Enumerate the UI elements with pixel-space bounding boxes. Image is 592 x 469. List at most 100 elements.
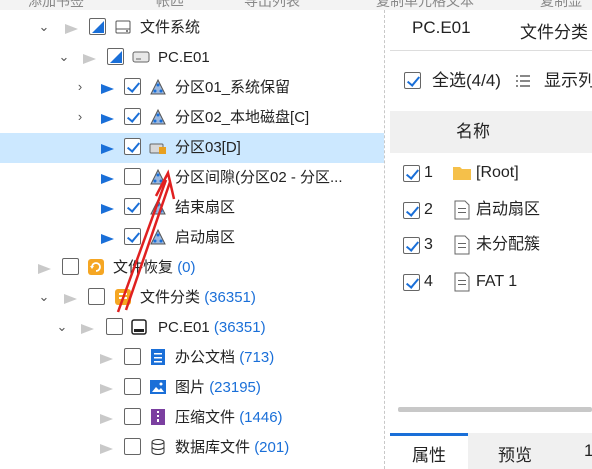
folder-icon [453, 167, 471, 180]
flag-icon[interactable] [100, 354, 113, 364]
row-index: 4 [424, 273, 433, 290]
toolbar-item[interactable]: 帐匹 [156, 0, 184, 10]
node-checkbox[interactable] [124, 198, 141, 215]
flag-icon[interactable] [64, 294, 77, 304]
tab-preview[interactable]: 预览 [498, 441, 532, 466]
tree-node-sector[interactable]: 结束扇区 [0, 193, 384, 223]
tree-node-partition[interactable]: 分区间隙(分区02 - 分区... [0, 163, 384, 193]
tree-node-category[interactable]: 数据库文件 (201) [0, 433, 384, 463]
horizontal-scrollbar[interactable] [398, 407, 592, 412]
node-label: 分区01_系统保留 [175, 79, 291, 96]
flag-icon[interactable] [101, 234, 114, 244]
node-checkbox[interactable] [88, 288, 105, 305]
display-columns-button[interactable]: 显示列 [544, 71, 592, 91]
flag-icon[interactable] [101, 204, 114, 214]
row-checkbox[interactable] [403, 202, 420, 219]
expand-icon[interactable]: › [74, 80, 86, 94]
toolbar-item[interactable]: 复制显 [540, 0, 582, 10]
tree-node-recovery[interactable]: 文件恢复 (0) [0, 253, 384, 283]
node-checkbox[interactable] [124, 138, 141, 155]
tree-node-category[interactable]: 压缩文件 (1446) [0, 403, 384, 433]
node-checkbox[interactable] [106, 318, 123, 335]
tree-node-partition-selected[interactable]: 分区03[D] [0, 133, 384, 163]
toolbar-item[interactable]: 添加书签 [28, 0, 84, 10]
node-label: 数据库文件 (201) [175, 439, 290, 456]
flag-icon[interactable] [101, 114, 114, 124]
flag-icon[interactable] [100, 414, 113, 424]
row-checkbox[interactable] [403, 274, 420, 291]
flag-icon[interactable] [100, 444, 113, 454]
bottom-tabs: 属性 预览 1 [390, 433, 592, 469]
flag-icon[interactable] [65, 24, 78, 34]
node-label: 分区间隙(分区02 - 分区... [175, 169, 343, 186]
flag-icon[interactable] [100, 384, 113, 394]
row-index: 3 [424, 236, 433, 253]
collapse-icon[interactable]: ⌄ [38, 290, 50, 304]
flag-icon[interactable] [101, 84, 114, 94]
partition-icon [150, 228, 166, 245]
row-name: 启动扇区 [476, 201, 541, 218]
node-checkbox[interactable] [124, 408, 141, 425]
toolbar-item[interactable]: 导出列表 [244, 0, 300, 10]
collapse-icon[interactable]: ⌄ [58, 50, 70, 64]
node-label: 文件分类 (36351) [140, 289, 256, 306]
row-checkbox[interactable] [403, 165, 420, 182]
node-label: 结束扇区 [175, 199, 236, 216]
tree-node-sector[interactable]: 启动扇区 [0, 223, 384, 253]
partition-icon [150, 108, 166, 125]
tree-node-partition[interactable]: › 分区01_系统保留 [0, 73, 384, 103]
tab-properties[interactable]: 属性 [412, 441, 446, 466]
expand-icon[interactable]: › [74, 110, 86, 124]
column-header-name[interactable]: 名称 [456, 122, 490, 142]
flag-icon[interactable] [81, 324, 94, 334]
node-checkbox[interactable] [107, 48, 124, 65]
node-label: 文件系统 [140, 19, 201, 36]
tree-node-classify-disk[interactable]: ⌄ PC.E01 (36351) [0, 313, 384, 343]
document-icon [151, 349, 165, 365]
evidence-tree: ⌄ 文件系统 ⌄ PC.E01 › 分区01_系统保留 › 分区02_本地磁盘[… [0, 10, 384, 469]
file-icon [454, 235, 470, 255]
table-row[interactable]: 1 [Root] [390, 155, 592, 191]
row-name: [Root] [476, 164, 519, 181]
archive-icon [151, 409, 165, 425]
tab-pc-e01[interactable]: PC.E01 [412, 18, 471, 38]
collapse-icon[interactable]: ⌄ [38, 20, 50, 34]
tree-node-filesystem[interactable]: ⌄ 文件系统 [0, 13, 384, 43]
hard-drive-icon [131, 319, 147, 335]
node-checkbox[interactable] [124, 438, 141, 455]
flag-icon[interactable] [101, 144, 114, 154]
flag-icon[interactable] [38, 264, 51, 274]
tree-node-category[interactable]: 办公文档 (713) [0, 343, 384, 373]
flag-icon[interactable] [83, 54, 96, 64]
node-checkbox[interactable] [62, 258, 79, 275]
tree-node-partition[interactable]: › 分区02_本地磁盘[C] [0, 103, 384, 133]
node-label: 分区03[D] [175, 139, 241, 156]
table-row[interactable]: 3 未分配簇 [390, 227, 592, 263]
toolbar-item[interactable]: 复制单元格文本 [376, 0, 474, 10]
node-checkbox[interactable] [124, 78, 141, 95]
locked-disk-icon [149, 143, 166, 154]
table-row[interactable]: 2 启动扇区 [390, 192, 592, 228]
tab-file-classify[interactable]: 文件分类 [520, 18, 588, 43]
node-checkbox[interactable] [124, 348, 141, 365]
table-row[interactable]: 4 FAT 1 [390, 264, 592, 300]
database-icon [151, 439, 165, 455]
tree-node-disk[interactable]: ⌄ PC.E01 [0, 43, 384, 73]
flag-icon[interactable] [101, 174, 114, 184]
row-checkbox[interactable] [403, 237, 420, 254]
columns-icon[interactable] [516, 74, 530, 88]
tree-node-category[interactable]: 图片 (23195) [0, 373, 384, 403]
node-checkbox[interactable] [124, 228, 141, 245]
node-checkbox[interactable] [124, 108, 141, 125]
select-all-label[interactable]: 全选(4/4) [432, 71, 501, 91]
node-label: 分区02_本地磁盘[C] [175, 109, 310, 126]
tab-extra[interactable]: 1 [584, 441, 592, 461]
table-header: 名称 [390, 111, 592, 153]
node-checkbox[interactable] [124, 378, 141, 395]
select-all-checkbox[interactable] [404, 72, 421, 89]
row-name: 未分配簇 [476, 236, 541, 253]
node-checkbox[interactable] [124, 168, 141, 185]
collapse-icon[interactable]: ⌄ [56, 320, 68, 334]
node-checkbox[interactable] [89, 18, 106, 35]
tree-node-classify[interactable]: ⌄ 文件分类 (36351) [0, 283, 384, 313]
